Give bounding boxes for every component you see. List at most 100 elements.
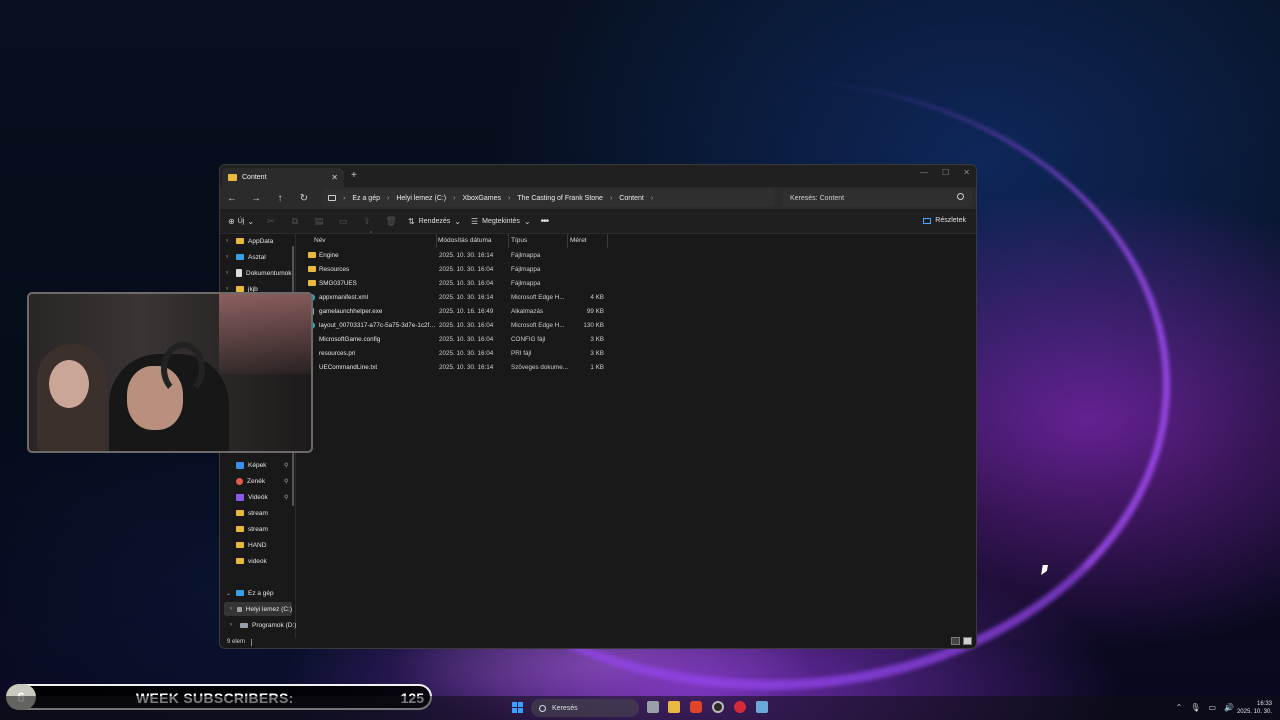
close-tab-icon[interactable]: ✕	[331, 173, 338, 182]
column-date[interactable]: Módosítás dátuma	[438, 237, 491, 244]
breadcrumb-xboxgames[interactable]: XboxGames	[462, 195, 501, 202]
minimize-icon[interactable]: —	[920, 168, 928, 177]
address-bar[interactable]: › Ez a gép › Helyi lemez (C:) › XboxGame…	[322, 189, 775, 207]
sidebar-item-label: stream	[248, 525, 268, 533]
chevron-up-icon[interactable]: ⌃	[1176, 703, 1183, 712]
details-view-icon[interactable]	[951, 637, 960, 645]
explorer-body: › AppData › Asztal › Dokumentumok › jkjb	[220, 231, 976, 638]
copy-icon[interactable]: ⧉	[288, 216, 302, 227]
sidebar-item-videok[interactable]: videok	[226, 554, 267, 568]
file-row[interactable]: resources.pri 2025. 10. 30. 16:04 PRI fájl…	[308, 347, 608, 361]
navigation-bar: ← → ↑ ↻ › Ez a gép › Helyi lemez (C:) › …	[220, 187, 976, 209]
folder-icon	[236, 542, 244, 548]
sidebar-item-this-pc[interactable]: ⌄ Ez a gép	[226, 586, 274, 600]
new-tab-icon[interactable]: +	[351, 170, 357, 181]
chevron-right-icon[interactable]: ›	[226, 270, 232, 276]
column-divider[interactable]	[508, 234, 509, 248]
file-explorer-icon[interactable]	[668, 701, 680, 713]
file-row[interactable]: UECommandLine.txt 2025. 10. 30. 16:14 Szöv…	[308, 361, 608, 375]
sidebar-item-drive-c[interactable]: › Helyi lemez (C:)	[224, 602, 292, 616]
share-icon[interactable]: ⇪	[360, 216, 374, 227]
chevron-right-icon[interactable]: ›	[226, 238, 232, 244]
sidebar-item-documents[interactable]: › Dokumentumok	[226, 266, 292, 280]
column-divider[interactable]	[436, 234, 437, 248]
chevron-right-icon[interactable]: ›	[230, 622, 236, 628]
back-icon[interactable]: ←	[220, 193, 244, 204]
breadcrumb-local-disk[interactable]: Helyi lemez (C:)	[396, 195, 446, 202]
file-row[interactable]: gamelaunchhelper.exe 2025. 10. 16. 16:49 A…	[308, 305, 608, 319]
rename-icon[interactable]: ▭	[336, 216, 350, 227]
brave-browser-icon[interactable]	[690, 701, 702, 713]
tiles-view-icon[interactable]	[963, 637, 972, 645]
microphone-icon[interactable]: 🎙	[1190, 703, 1200, 712]
sidebar-item-music[interactable]: Zenék ⚲	[226, 474, 288, 488]
sidebar-item-label: Dokumentumok	[246, 269, 292, 277]
file-name: gamelaunchhelper.exe	[319, 308, 383, 315]
up-icon[interactable]: ↑	[268, 193, 292, 204]
file-name: resources.pri	[319, 350, 356, 357]
desktop-icon	[236, 254, 244, 260]
column-divider[interactable]	[567, 234, 568, 248]
column-name[interactable]: Név	[314, 237, 326, 244]
more-options-icon[interactable]: •••	[541, 216, 549, 227]
forward-icon[interactable]: →	[244, 193, 268, 204]
network-icon[interactable]: ▭	[1208, 703, 1216, 712]
chevron-down-icon: ⌄	[247, 216, 255, 226]
sidebar-item-stream-2[interactable]: stream	[226, 522, 268, 536]
tab-content[interactable]: Content ✕	[222, 168, 344, 187]
sidebar-item-desktop[interactable]: › Asztal	[226, 250, 266, 264]
chevron-down-icon: ⌄	[454, 216, 461, 226]
new-button[interactable]: ⊕ Új ⌄	[228, 217, 254, 226]
sort-button[interactable]: ⇅ Rendezés ⌄	[408, 217, 461, 226]
taskbar-search[interactable]: Keresés	[531, 699, 639, 717]
delete-icon[interactable]: 🗑	[384, 216, 398, 227]
streaming-app-icon[interactable]	[734, 701, 746, 713]
file-size: 1 KB	[590, 364, 604, 371]
file-size: 130 KB	[583, 322, 604, 329]
details-pane-icon	[923, 217, 932, 224]
sort-ascending-icon: ⌃	[369, 231, 374, 237]
sidebar-item-pictures[interactable]: Képek ⚲	[226, 458, 288, 472]
file-row[interactable]: appxmanifest.xml 2025. 10. 30. 16:14 Micro…	[308, 291, 608, 305]
pin-icon: ⚲	[284, 478, 289, 485]
computer-icon	[328, 195, 336, 201]
column-size[interactable]: Méret	[570, 237, 587, 244]
task-view-icon[interactable]	[647, 701, 659, 713]
maximize-icon[interactable]: ☐	[942, 168, 949, 177]
file-list: ⌃ Név Módosítás dátuma Típus Méret Engin…	[296, 231, 976, 638]
sidebar-item-appdata[interactable]: › AppData	[226, 234, 273, 248]
chevron-right-icon[interactable]: ›	[226, 254, 232, 260]
chevron-down-icon[interactable]: ⌄	[226, 590, 232, 597]
sidebar-item-videos[interactable]: Videók ⚲	[226, 490, 288, 504]
breadcrumb-game[interactable]: The Casting of Frank Stone	[517, 195, 603, 202]
pictures-icon	[236, 461, 244, 469]
view-button[interactable]: ☰ Megtekintés ⌄	[471, 217, 531, 226]
column-divider[interactable]	[607, 234, 608, 248]
remote-desktop-icon[interactable]	[756, 701, 768, 713]
refresh-icon[interactable]: ↻	[292, 193, 316, 204]
sidebar-item-hand[interactable]: HAND	[226, 538, 266, 552]
details-button[interactable]: Részletek	[923, 217, 966, 224]
breadcrumb-content[interactable]: Content	[619, 195, 644, 202]
volume-icon[interactable]: 🔊	[1224, 703, 1234, 712]
obs-icon[interactable]	[712, 701, 724, 713]
search-box[interactable]: Keresés: Content	[782, 189, 972, 207]
file-row[interactable]: MicrosoftGame.config 2025. 10. 30. 16:04 C…	[308, 333, 608, 347]
sidebar-item-stream[interactable]: stream	[226, 506, 268, 520]
folder-icon	[308, 266, 316, 272]
close-window-icon[interactable]: ✕	[963, 168, 970, 177]
file-row[interactable]: SMG037UES 2025. 10. 30. 16:04 Fájlmappa	[308, 277, 608, 291]
clock[interactable]: 16:33 2025. 10. 30.	[1237, 700, 1272, 716]
paste-icon[interactable]: ▤	[312, 216, 326, 227]
file-row[interactable]: Resources 2025. 10. 30. 16:04 Fájlmappa	[308, 263, 608, 277]
chevron-right-icon[interactable]: ›	[230, 606, 233, 612]
cut-icon[interactable]: ✂	[264, 216, 278, 227]
chevron-right-icon: ›	[453, 194, 456, 202]
breadcrumb-this-pc[interactable]: Ez a gép	[352, 195, 380, 202]
windows-start-icon[interactable]	[512, 702, 523, 713]
file-row[interactable]: layout_00703317-a77c-5a75-3d7e-1c2f98f..…	[308, 319, 608, 333]
file-row[interactable]: Engine 2025. 10. 30. 16:14 Fájlmappa	[308, 249, 608, 263]
webcam-overlay	[27, 292, 313, 453]
column-type[interactable]: Típus	[511, 237, 527, 244]
sidebar-item-drive-d[interactable]: › Programok (D:)	[230, 618, 296, 632]
